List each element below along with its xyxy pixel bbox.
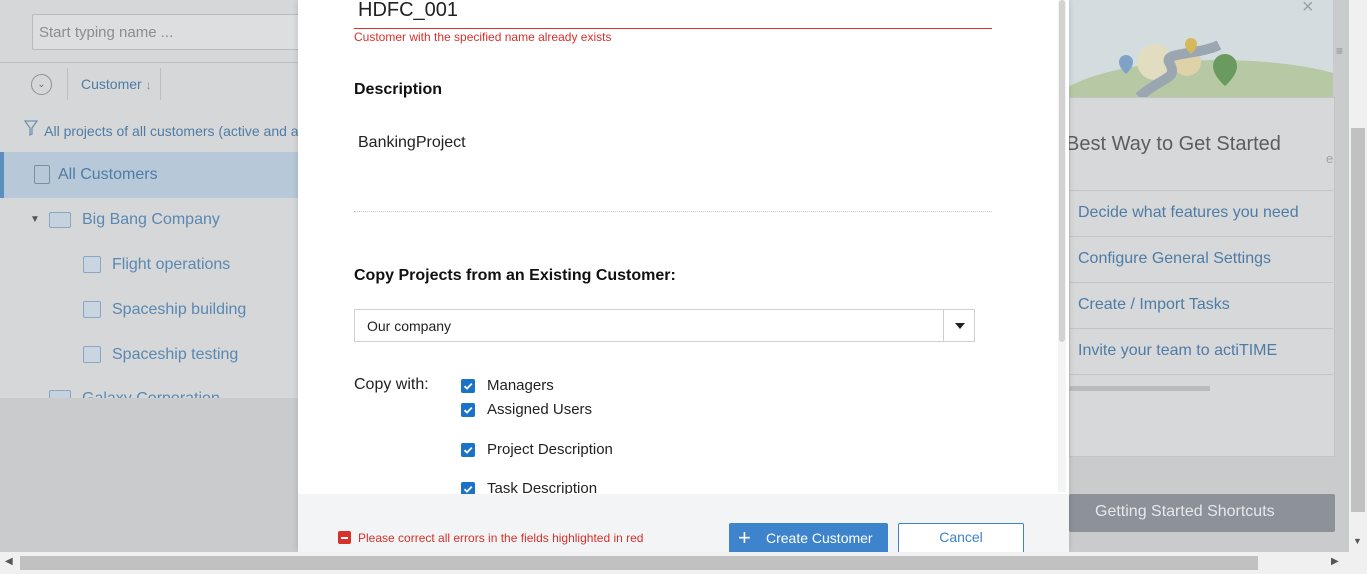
tree-item-clipped: Galaxy Corporation xyxy=(0,386,300,398)
create-customer-label: Create Customer xyxy=(766,530,873,546)
tree-item-customer[interactable]: Galaxy Corporation xyxy=(82,390,220,398)
getting-started-link[interactable]: Invite your team to actiTIME xyxy=(1078,342,1277,360)
project-icon xyxy=(83,346,101,363)
getting-started-progress xyxy=(1069,386,1210,391)
footer-error-message: Please correct all errors in the fields … xyxy=(358,531,644,545)
close-icon[interactable]: × xyxy=(1302,0,1314,19)
checkbox-label: Managers xyxy=(487,377,554,394)
getting-started-title: Best Way to Get Started xyxy=(1066,133,1281,155)
cancel-button[interactable]: Cancel xyxy=(898,523,1024,554)
expand-all-icon[interactable]: ⌄ xyxy=(31,74,52,95)
list-icon xyxy=(34,165,50,184)
folder-icon xyxy=(49,390,71,398)
copy-from-customer-select[interactable]: Our company xyxy=(354,309,975,342)
customers-panel: Start typing name ... ⌄ Customer ↓ All p… xyxy=(0,0,322,398)
divider xyxy=(67,68,68,100)
tree-item-all-customers[interactable]: All Customers xyxy=(0,152,300,198)
checkbox-checked-icon[interactable] xyxy=(461,403,475,417)
filter-text: All projects of all customers (active an… xyxy=(44,123,311,139)
scroll-left-arrow-icon[interactable]: ◀ xyxy=(5,556,13,567)
getting-started-label-clipped: e xyxy=(1326,151,1334,166)
tree-item-customer[interactable]: Big Bang Company xyxy=(82,211,220,229)
project-icon xyxy=(83,301,101,318)
checkbox-label: Project Description xyxy=(487,441,613,458)
dialog-body: HDFC_001 Customer with the specified nam… xyxy=(298,0,1069,494)
plus-icon: + xyxy=(738,525,751,550)
description-label: Description xyxy=(354,81,443,98)
divider xyxy=(1069,374,1333,375)
getting-started-link[interactable]: Configure General Settings xyxy=(1078,250,1271,268)
tree-item-project[interactable]: Spaceship testing xyxy=(112,346,238,364)
scrollbar-thumb[interactable] xyxy=(20,556,1258,570)
checkbox-label: Assigned Users xyxy=(487,401,593,418)
copy-from-selected-value: Our company xyxy=(367,318,452,334)
getting-started-shortcuts-button[interactable]: Getting Started Shortcuts xyxy=(1069,494,1335,532)
divider xyxy=(0,62,300,63)
divider xyxy=(354,211,992,212)
tree-item-project[interactable]: Spaceship building xyxy=(112,301,246,319)
customer-search-input[interactable]: Start typing name ... xyxy=(32,14,322,50)
getting-started-link[interactable]: Create / Import Tasks xyxy=(1078,296,1230,314)
caret-down-icon xyxy=(955,323,965,329)
page-vertical-scrollbar[interactable]: ▼ xyxy=(1349,0,1367,552)
customer-name-value: HDFC_001 xyxy=(358,0,459,21)
checkbox-checked-icon[interactable] xyxy=(461,379,475,393)
divider xyxy=(1069,328,1333,329)
scroll-right-arrow-icon[interactable]: ▶ xyxy=(1331,556,1339,567)
customer-column-header[interactable]: Customer ↓ xyxy=(81,76,152,92)
description-field[interactable]: BankingProject xyxy=(358,134,466,152)
scrollbar-thumb[interactable] xyxy=(1351,128,1365,512)
customer-name-error: Customer with the specified name already… xyxy=(354,30,612,44)
search-placeholder: Start typing name ... xyxy=(39,24,174,41)
page-horizontal-scrollbar[interactable]: ◀ ▶ xyxy=(0,552,1367,574)
tree-item-project[interactable]: Flight operations xyxy=(112,256,230,274)
sort-down-icon: ↓ xyxy=(145,78,152,92)
collapse-arrow-icon[interactable]: ▼ xyxy=(30,214,40,225)
filter-icon xyxy=(24,120,38,136)
checkbox-label: Task Description xyxy=(487,480,598,494)
scroll-down-arrow-icon[interactable]: ▼ xyxy=(1353,536,1362,546)
divider xyxy=(1069,236,1333,237)
copy-with-label: Copy with: xyxy=(354,376,429,393)
checkbox-checked-icon[interactable] xyxy=(461,482,475,494)
scrollbar-thumb[interactable] xyxy=(1059,0,1065,342)
project-icon xyxy=(83,256,101,273)
dialog-footer: Please correct all errors in the fields … xyxy=(298,494,1069,554)
getting-started-illustration xyxy=(1069,0,1333,97)
list-view-icon[interactable]: ≡ xyxy=(1336,44,1343,58)
tree-item-label: All Customers xyxy=(58,166,158,183)
dropdown-arrow[interactable] xyxy=(943,310,974,341)
divider xyxy=(160,68,161,100)
dialog-scrollbar[interactable] xyxy=(1058,0,1066,492)
create-customer-dialog: HDFC_001 Customer with the specified nam… xyxy=(298,0,1069,554)
getting-started-link[interactable]: Decide what features you need xyxy=(1078,204,1299,222)
checkbox-checked-icon[interactable] xyxy=(461,443,475,457)
error-minus-icon xyxy=(338,531,351,544)
customer-column-label: Customer xyxy=(81,76,142,92)
create-customer-button[interactable]: + Create Customer xyxy=(729,523,888,554)
divider xyxy=(1069,190,1333,191)
customer-name-input[interactable]: HDFC_001 xyxy=(354,0,992,29)
copy-projects-label: Copy Projects from an Existing Customer: xyxy=(354,267,676,284)
filter-summary[interactable]: All projects of all customers (active an… xyxy=(24,120,310,139)
divider xyxy=(1069,282,1333,283)
shortcuts-label: Getting Started Shortcuts xyxy=(1095,503,1275,520)
folder-icon xyxy=(49,212,71,228)
road-map-illustration xyxy=(1069,38,1333,97)
